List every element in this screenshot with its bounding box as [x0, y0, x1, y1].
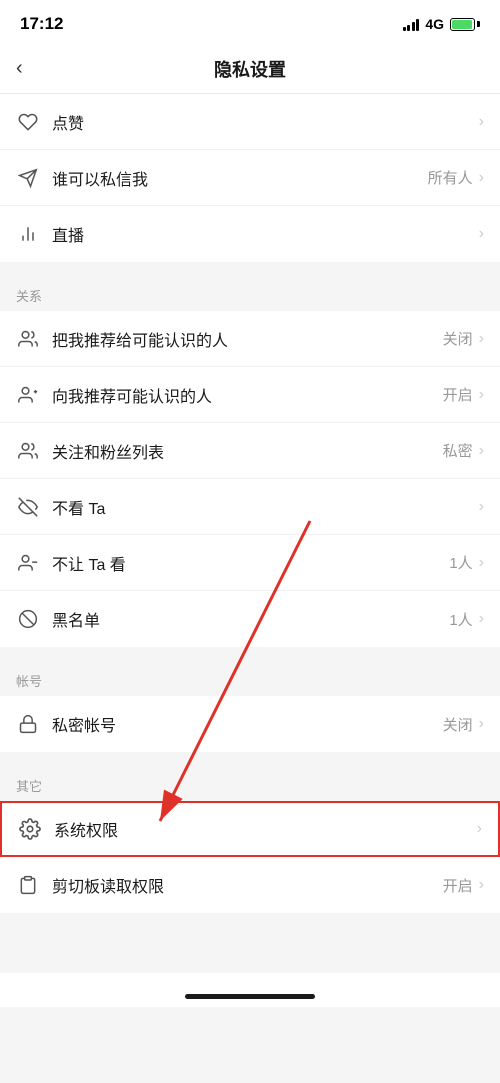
item-blacklist[interactable]: 黑名单 1人 › [0, 591, 500, 647]
arrow-icon: › [479, 498, 484, 516]
home-bar [0, 973, 500, 1007]
status-time: 17:12 [20, 14, 63, 34]
section-gap-3 [0, 752, 500, 762]
item-block-see-label: 不让 Ta 看 [52, 551, 449, 575]
section-account: 私密帐号 关闭 › [0, 696, 500, 752]
item-blacklist-label: 黑名单 [52, 607, 449, 631]
back-button[interactable]: ‹ [16, 57, 23, 80]
section-label-relations: 关系 [0, 272, 500, 311]
section-relations: 把我推荐给可能认识的人 关闭 › 向我推荐可能认识的人 开启 › 关注和粉丝 [0, 311, 500, 647]
ban-icon [16, 607, 40, 631]
section-gap-1 [0, 262, 500, 272]
bottom-padding [0, 913, 500, 973]
eye-slash-icon [16, 495, 40, 519]
status-icons: 4G [403, 16, 480, 32]
arrow-icon: › [479, 442, 484, 460]
page-title: 隐私设置 [214, 56, 286, 82]
arrow-icon: › [477, 820, 482, 838]
status-bar: 17:12 4G [0, 0, 500, 44]
item-recommend-me-label: 把我推荐给可能认识的人 [52, 327, 443, 351]
item-private-message[interactable]: 谁可以私信我 所有人 › [0, 150, 500, 206]
item-blacklist-value: 1人 [449, 609, 472, 630]
item-clipboard[interactable]: 剪切板读取权限 开启 › [0, 857, 500, 913]
chart-icon [16, 222, 40, 246]
item-recommend-others-value: 开启 [443, 384, 473, 405]
people2-icon [16, 383, 40, 407]
item-recommend-me[interactable]: 把我推荐给可能认识的人 关闭 › [0, 311, 500, 367]
item-follow-fans-label: 关注和粉丝列表 [52, 439, 443, 463]
arrow-icon: › [479, 876, 484, 894]
annotation-container: 系统权限 › 剪切板读取权限 开启 › [0, 801, 500, 913]
clipboard-icon [16, 873, 40, 897]
item-live-label: 直播 [52, 222, 479, 246]
arrow-icon: › [479, 610, 484, 628]
item-private-message-label: 谁可以私信我 [52, 166, 428, 190]
item-block-see-value: 1人 [449, 552, 472, 573]
item-private-message-value: 所有人 [428, 167, 473, 188]
heart-icon [16, 110, 40, 134]
section-other: 系统权限 › 剪切板读取权限 开启 › [0, 801, 500, 913]
item-recommend-others[interactable]: 向我推荐可能认识的人 开启 › [0, 367, 500, 423]
arrow-icon: › [479, 225, 484, 243]
item-likes[interactable]: 点赞 › [0, 94, 500, 150]
battery-icon [450, 18, 480, 31]
item-system-permissions-label: 系统权限 [54, 817, 477, 841]
section-general: 点赞 › 谁可以私信我 所有人 › 直播 › [0, 94, 500, 262]
arrow-icon: › [479, 715, 484, 733]
section-label-other: 其它 [0, 762, 500, 801]
item-no-see-label: 不看 Ta [52, 495, 479, 519]
arrow-icon: › [479, 330, 484, 348]
item-follow-fans-value: 私密 [443, 440, 473, 461]
people-icon [16, 327, 40, 351]
item-private-account[interactable]: 私密帐号 关闭 › [0, 696, 500, 752]
item-block-see[interactable]: 不让 Ta 看 1人 › [0, 535, 500, 591]
people4-icon [16, 551, 40, 575]
network-label: 4G [425, 16, 444, 32]
arrow-icon: › [479, 113, 484, 131]
item-no-see[interactable]: 不看 Ta › [0, 479, 500, 535]
send-icon [16, 166, 40, 190]
item-likes-label: 点赞 [52, 110, 479, 134]
section-gap-2 [0, 647, 500, 657]
signal-icon [403, 18, 420, 31]
item-clipboard-label: 剪切板读取权限 [52, 873, 443, 897]
item-live[interactable]: 直播 › [0, 206, 500, 262]
lock-icon [16, 712, 40, 736]
item-private-account-label: 私密帐号 [52, 712, 443, 736]
people3-icon [16, 439, 40, 463]
item-follow-fans[interactable]: 关注和粉丝列表 私密 › [0, 423, 500, 479]
item-system-permissions[interactable]: 系统权限 › [0, 801, 500, 857]
arrow-icon: › [479, 386, 484, 404]
settings-circle-icon [18, 817, 42, 841]
item-recommend-me-value: 关闭 [443, 328, 473, 349]
nav-bar: ‹ 隐私设置 [0, 44, 500, 94]
arrow-icon: › [479, 169, 484, 187]
arrow-icon: › [479, 554, 484, 572]
section-label-account: 帐号 [0, 657, 500, 696]
item-recommend-others-label: 向我推荐可能认识的人 [52, 383, 443, 407]
item-private-account-value: 关闭 [443, 714, 473, 735]
home-indicator [185, 994, 315, 999]
item-clipboard-value: 开启 [443, 875, 473, 896]
